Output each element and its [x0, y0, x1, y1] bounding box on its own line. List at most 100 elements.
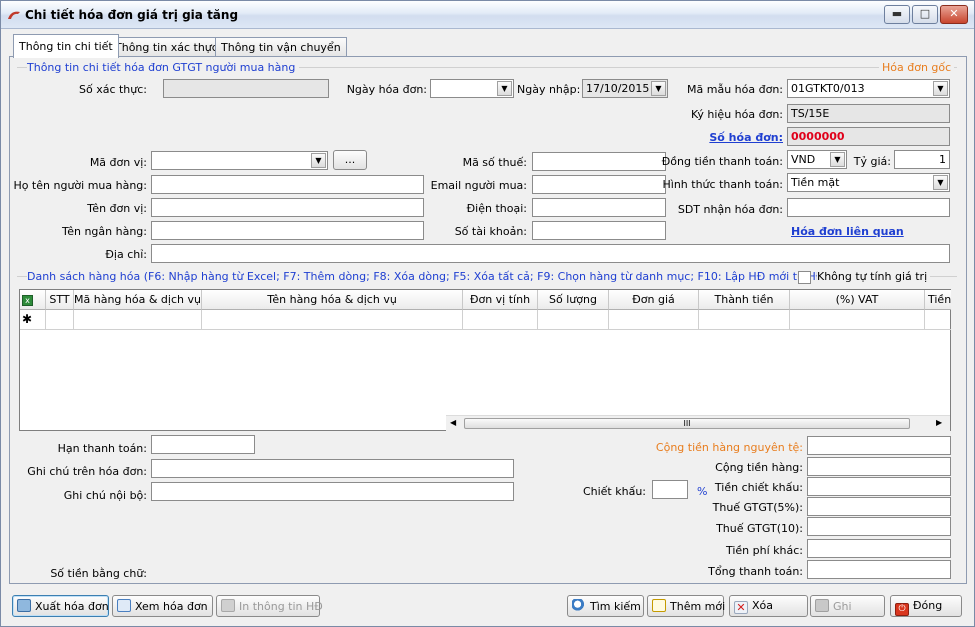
minimize-button[interactable]: ▬	[884, 5, 910, 24]
chiet-khau-label: Chiết khấu:	[582, 485, 646, 498]
tien-phi-khac-field[interactable]	[807, 539, 951, 558]
ghi-chu-nb-label: Ghi chú nội bộ:	[63, 489, 147, 502]
dong-label: Đóng	[913, 599, 943, 612]
ghi-chu-hd-label: Ghi chú trên hóa đơn:	[27, 465, 147, 478]
chevron-down-icon[interactable]: ▼	[933, 175, 948, 190]
goods-title: Danh sách hàng hóa (F6: Nhập hàng từ Exc…	[27, 270, 866, 283]
tab-thong-tin-xac-thuc[interactable]: Thông tin xác thực	[109, 37, 224, 57]
tien-phi-khac-label: Tiền phí khác:	[725, 544, 803, 557]
new-document-icon	[652, 599, 666, 612]
auto-calc-label: Không tự tính giá trị	[817, 270, 931, 283]
ky-hieu-field[interactable]: TS/15E	[787, 104, 950, 123]
grid-hscrollbar[interactable]: ◀ III ▶	[446, 415, 950, 431]
col-ma-hang[interactable]: Mã hàng hóa & dịch vụ	[74, 290, 202, 310]
chevron-down-icon[interactable]: ▼	[651, 81, 666, 96]
invoice-window: Chi tiết hóa đơn giá trị gia tăng ▬ □ ✕ …	[0, 0, 975, 627]
so-hoa-don-field[interactable]: 0000000	[787, 127, 950, 146]
auto-calc-checkbox[interactable]	[798, 271, 811, 284]
dong-button[interactable]: ⏻ Đóng	[890, 595, 962, 617]
ma-so-thue-field[interactable]	[532, 152, 666, 171]
in-thong-tin-button[interactable]: In thông tin HĐ	[216, 595, 323, 617]
table-cell[interactable]	[538, 310, 609, 330]
tab-thong-tin-van-chuyen[interactable]: Thông tin vận chuyển	[215, 37, 347, 57]
them-moi-label: Thêm mới	[670, 600, 726, 613]
ho-ten-label: Họ tên người mua hàng:	[13, 179, 147, 192]
table-cell[interactable]	[74, 310, 202, 330]
table-cell[interactable]	[790, 310, 925, 330]
col-ten-hang[interactable]: Tên hàng hóa & dịch vụ	[202, 290, 463, 310]
scroll-thumb[interactable]: III	[464, 418, 910, 429]
so-hoa-don-link[interactable]: Số hóa đơn:	[673, 131, 783, 144]
chevron-down-icon[interactable]: ▼	[933, 81, 948, 96]
ghi-button[interactable]: Ghi	[810, 595, 885, 617]
ten-don-vi-field[interactable]	[151, 198, 424, 217]
dia-chi-field[interactable]	[151, 244, 950, 263]
email-field[interactable]	[532, 175, 666, 194]
printer-icon	[17, 599, 31, 612]
table-cell[interactable]	[46, 310, 74, 330]
scroll-left-icon[interactable]: ◀	[450, 418, 456, 427]
so-xac-thuc-field[interactable]	[163, 79, 329, 98]
ghi-chu-nb-field[interactable]	[151, 482, 514, 501]
grid-corner[interactable]: x	[20, 290, 46, 310]
ngay-nhap-label: Ngày nhập:	[517, 83, 581, 96]
maximize-button[interactable]: □	[912, 5, 938, 24]
close-button[interactable]: ✕	[940, 5, 968, 24]
thue-5-field[interactable]	[807, 497, 951, 516]
ten-ngan-hang-field[interactable]	[151, 221, 424, 240]
tab-thong-tin-chi-tiet[interactable]: Thông tin chi tiết	[13, 34, 119, 58]
total-nguyen-te-field[interactable]	[807, 436, 951, 455]
ma-mau-select[interactable]: 01GTKT0/013 ▼	[787, 79, 950, 98]
han-thanh-toan-field[interactable]	[151, 435, 255, 454]
so-xac-thuc-label: Số xác thực:	[78, 83, 147, 96]
them-moi-button[interactable]: Thêm mới	[647, 595, 726, 617]
ma-don-vi-select[interactable]: ▼	[151, 151, 328, 170]
ngay-hoa-don-picker[interactable]: ▼	[430, 79, 514, 98]
ho-ten-field[interactable]	[151, 175, 424, 194]
dia-chi-label: Địa chỉ:	[105, 248, 147, 261]
chevron-down-icon[interactable]: ▼	[830, 152, 845, 167]
so-tien-chu-label: Số tiền bằng chữ:	[50, 567, 147, 580]
table-cell[interactable]	[463, 310, 538, 330]
sdt-nhan-field[interactable]	[787, 198, 950, 217]
dien-thoai-field[interactable]	[532, 198, 666, 217]
hinh-thuc-select[interactable]: Tiền mặt ▼	[787, 173, 950, 192]
ngay-nhap-picker[interactable]: 17/10/2015 ▼	[582, 79, 668, 98]
col-don-vi[interactable]: Đơn vị tính	[463, 290, 538, 310]
in-thong-tin-label: In thông tin HĐ	[239, 600, 323, 613]
table-cell[interactable]	[699, 310, 790, 330]
table-cell[interactable]	[609, 310, 699, 330]
ghi-chu-hd-field[interactable]	[151, 459, 514, 478]
col-tien[interactable]: Tiền	[925, 290, 951, 310]
dong-tien-select[interactable]: VND ▼	[787, 150, 847, 169]
table-cell[interactable]	[925, 310, 951, 330]
xem-hoa-don-button[interactable]: Xem hóa đơn	[112, 595, 213, 617]
dien-thoai-label: Điện thoại:	[466, 202, 527, 215]
goods-grid[interactable]: x STT Mã hàng hóa & dịch vụ Tên hàng hóa…	[19, 289, 951, 431]
browse-button[interactable]: ...	[333, 150, 367, 170]
col-thanh-tien[interactable]: Thành tiền	[699, 290, 790, 310]
xuat-hoa-don-button[interactable]: Xuất hóa đơn	[12, 595, 109, 617]
thue-10-field[interactable]	[807, 517, 951, 536]
tien-chiet-khau-field[interactable]	[807, 477, 951, 496]
scroll-right-icon[interactable]: ▶	[936, 418, 942, 427]
hoa-don-lien-quan-link[interactable]: Hóa đơn liên quan	[791, 225, 904, 238]
col-vat[interactable]: (%) VAT	[790, 290, 925, 310]
col-so-luong[interactable]: Số lượng	[538, 290, 609, 310]
cong-tien-hang-field[interactable]	[807, 457, 951, 476]
ngay-nhap-value: 17/10/2015	[586, 82, 650, 95]
chevron-down-icon[interactable]: ▼	[311, 153, 326, 168]
ty-gia-field[interactable]: 1	[894, 150, 950, 169]
sdt-nhan-label: SDT nhận hóa đơn:	[677, 203, 783, 216]
app-icon	[8, 11, 20, 19]
excel-icon[interactable]: x	[22, 295, 33, 306]
xoa-button[interactable]: ✕ Xóa	[729, 595, 808, 617]
window-title: Chi tiết hóa đơn giá trị gia tăng	[25, 8, 239, 22]
col-don-gia[interactable]: Đơn giá	[609, 290, 699, 310]
table-cell[interactable]	[202, 310, 463, 330]
tim-kiem-button[interactable]: Tìm kiếm	[567, 595, 644, 617]
chevron-down-icon[interactable]: ▼	[497, 81, 512, 96]
so-tai-khoan-field[interactable]	[532, 221, 666, 240]
tong-thanh-toan-field[interactable]	[807, 560, 951, 579]
col-stt[interactable]: STT	[46, 290, 74, 310]
